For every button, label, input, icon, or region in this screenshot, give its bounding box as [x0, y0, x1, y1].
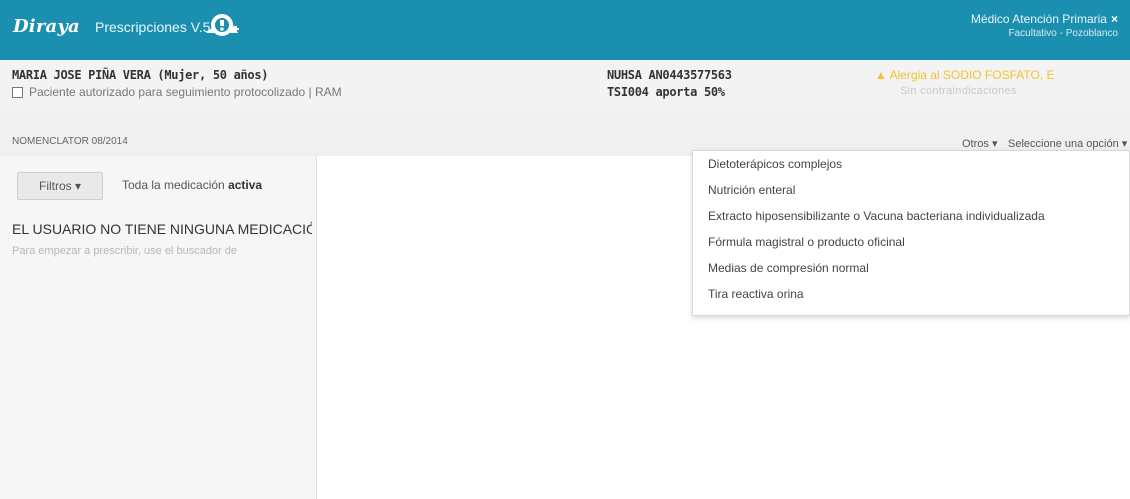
options-dropdown-menu: Dietoterápicos complejos Nutrición enter… [692, 150, 1130, 316]
prescription-app-icon[interactable] [204, 11, 240, 41]
patient-header: MARIA JOSE PIÑA VERA (Mujer, 50 años) Pa… [0, 60, 1130, 112]
medication-panel [0, 156, 317, 499]
allergy-text: Alergia al SODIO FOSFATO, E [889, 68, 1055, 82]
contraindications: Sin contraindicaciones [900, 85, 1017, 97]
allergy-alert[interactable]: ▲ Alergia al SODIO FOSFATO, E [875, 68, 1055, 82]
app-title: Prescripciones V.5 [95, 19, 211, 35]
nomenclator-label: NOMENCLATOR 08/2014 [12, 136, 128, 147]
select-option-dropdown[interactable]: Seleccione una opción ▾ [1008, 137, 1127, 150]
user-name: Médico Atención Primaria × [970, 12, 1118, 26]
filters-button[interactable]: Filtros ▾ [17, 172, 103, 200]
checkbox[interactable] [12, 86, 23, 98]
otros-dropdown[interactable]: Otros ▾ [962, 137, 997, 150]
warning-icon: ▲ [875, 68, 887, 82]
menu-item-medias-compresion[interactable]: Medias de compresión normal [708, 261, 869, 275]
menu-item-formula-magistral[interactable]: Fórmula magistral o producto oficinal [708, 235, 905, 249]
menu-item-tira-reactiva[interactable]: Tira reactiva orina [708, 287, 804, 301]
menu-item-dietoterapicos[interactable]: Dietoterápicos complejos [708, 157, 842, 171]
nuhsa-number: NUHSA AN0443577563 [607, 68, 732, 82]
close-icon[interactable]: × [1111, 12, 1118, 26]
filter-summary: Toda la medicación activa [122, 178, 263, 192]
checkbox-label: Paciente autorizado para seguimiento pro… [29, 85, 342, 99]
user-role: Facultativo - Pozoblanco [1008, 28, 1118, 39]
menu-item-nutricion-enteral[interactable]: Nutrición enteral [708, 183, 795, 197]
diraya-logo: Diraya [13, 16, 80, 37]
top-bar: Diraya Prescripciones V.5 Médico Atenció… [0, 0, 1130, 60]
menu-item-extracto[interactable]: Extracto hiposensibilizante o Vacuna bac… [708, 209, 1045, 223]
empty-medication-help: Para empezar a prescribir, use el buscad… [12, 245, 238, 257]
empty-medication-title: EL USUARIO NO TIENE NINGUNA MEDICACIÓN [12, 221, 312, 237]
authorized-checkbox[interactable]: Paciente autorizado para seguimiento pro… [12, 85, 342, 99]
patient-name: MARIA JOSE PIÑA VERA (Mujer, 50 años) [12, 68, 269, 82]
ts-contribution: TSI004 aporta 50% [607, 85, 725, 99]
